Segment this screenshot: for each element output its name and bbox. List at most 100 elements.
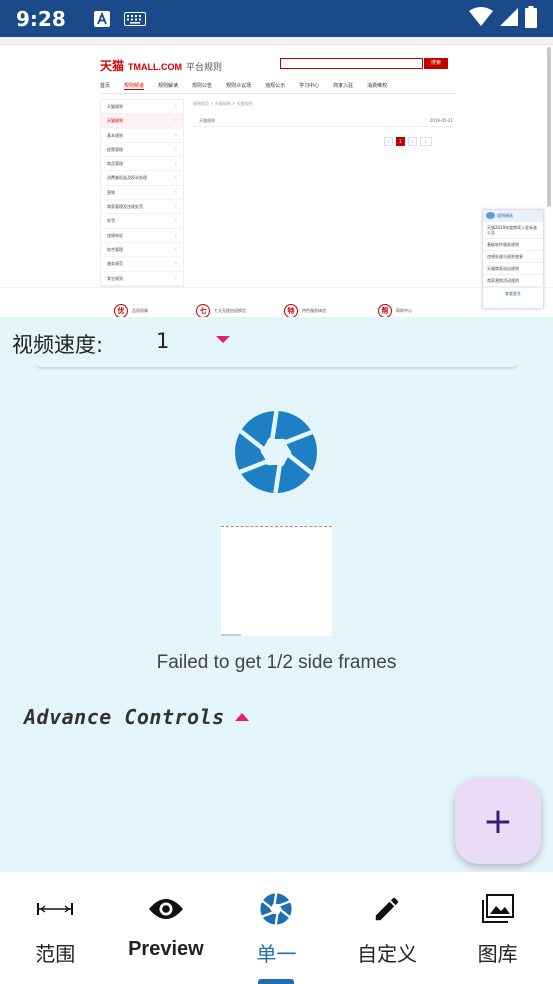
bottom-nav: 范围 Preview 单一 自定义 图库 [0,872,553,984]
frame-thumbnail [221,526,332,636]
brand-subtitle: 平台规则 [186,63,223,73]
nav-item-gallery[interactable]: 图库 [442,872,553,984]
footer-glyph: 优 [114,304,128,317]
web-sidebar-item: 经营管理 [101,143,183,158]
aperture-icon [260,892,293,926]
web-sidebar-item: 营销 [101,186,183,201]
add-button[interactable]: + [455,778,541,864]
nav-label: 单一 [256,942,297,966]
web-sidebar-item: 消费者权益及投诉处理 [101,171,183,186]
nav-item-single[interactable]: 单一 [221,872,332,984]
web-scrollbar [547,47,551,207]
footer-label: 帮助中心 [396,308,412,313]
web-search-input [280,58,423,69]
support-item: 天猫2019年度商家入驻标准公告 [483,222,543,239]
web-nav-item: 商家入驻 [333,83,354,89]
web-pager: ‹ 1 › › [384,137,432,146]
aperture-icon [234,410,318,494]
advance-controls-toggle[interactable]: Advance Controls [24,705,249,729]
nav-label: 自定义 [357,942,418,966]
dropdown-arrow-icon[interactable] [216,336,230,343]
speed-row: 视频速度: 1 [0,317,553,367]
status-bar: 9:28 [0,0,553,37]
keyboard-icon [123,11,146,26]
web-pager-next: › [408,137,417,146]
eye-icon [148,892,184,926]
web-nav-item: 首页 [100,83,111,89]
browser-strip [0,37,553,45]
web-nav-item: 学习中心 [299,83,320,89]
web-divider [100,93,455,94]
support-item: 天猫商家退出规则 [483,263,543,275]
web-sidebar-item: 基本规则 [101,129,183,143]
web-nav-item: 规则公告 [192,83,213,89]
web-row-title: 天猫规则 [199,118,215,123]
status-time: 9:28 [16,6,66,31]
gallery-icon [481,892,515,926]
advance-controls-label: Advance Controls [24,705,225,729]
web-sidebar-item: 天猫规则 [101,100,183,115]
web-nav-item: 规则频道 [124,83,145,90]
web-pager-prev: ‹ [384,137,393,146]
web-sidebar-item: 服务规范 [101,257,183,272]
nav-item-custom[interactable]: 自定义 [332,872,443,984]
range-icon [37,892,74,926]
web-search-button: 搜索 [424,58,448,69]
web-list-row: 天猫规则 2019-05-21 [193,115,455,127]
web-brand: 天猫 TMALL.COM 平台规则 [100,57,222,74]
support-item: 违规处理与规则变更 [483,251,543,263]
web-pager-current: 1 [396,137,405,146]
support-item: 基础软件服务规则 [483,239,543,251]
speed-label: 视频速度: [12,333,104,357]
battery-icon [525,5,537,32]
footer-label: 七天无理由退换货 [214,308,246,313]
brand-logo: 天猫 [100,59,125,73]
signal-icon [499,7,519,31]
card-edge [36,362,517,367]
support-item: 商家营销活动规则 [483,275,543,287]
web-nav-item: 规则解读 [158,83,179,89]
thumbnail-bar [221,634,241,636]
web-sidebar-item: 天猫规则 [101,114,183,129]
web-sidebar-item: 其它规则 [101,272,183,286]
web-nav-item: 规则众议场 [226,83,252,89]
web-sidebar-item: 商家管理及违规处罚 [101,200,183,215]
web-pager-go: › [420,137,432,146]
font-a-icon [93,10,110,27]
nav-item-range[interactable]: 范围 [0,872,111,984]
web-breadcrumb: 规则首页 > 天猫规则 > 天猫规则 [193,101,253,106]
footer-label: 品质保障 [132,308,148,313]
status-message: Failed to get 1/2 side frames [156,652,397,673]
footer-glyph: 帮 [378,304,392,317]
web-footer-item: 特 特色服务体验 [284,304,326,317]
web-row-date: 2019-05-21 [429,118,453,123]
web-sidebar-item: 商品管理 [101,157,183,172]
plus-icon: + [482,800,514,842]
web-nav: 首页 规则频道 规则解读 规则公告 规则众议场 违规公示 学习中心 商家入驻 消… [100,82,387,90]
web-sidebar-item: 违规申诉 [101,229,183,243]
nav-label: Preview [128,938,204,960]
nav-label: 范围 [35,942,76,966]
web-nav-item: 违规公示 [265,83,286,89]
web-nav-item: 消费维权 [367,83,388,89]
pencil-icon [372,892,402,926]
support-title: 规则精选 [483,210,543,222]
web-footer-item: 七 七天无理由退换货 [196,304,246,317]
web-footer-item: 帮 帮助中心 [378,304,412,317]
web-sidebar: 天猫规则 天猫规则 基本规则 经营管理 商品管理 消费者权益及投诉处理 营销 商… [100,99,184,287]
footer-glyph: 特 [284,304,298,317]
active-indicator [258,979,295,984]
nav-label: 图库 [477,942,518,966]
web-sidebar-item: 处罚 [101,214,183,229]
footer-label: 特色服务体验 [302,308,326,313]
web-footer-item: 优 品质保障 [114,304,148,317]
brand-logo-en: TMALL.COM [128,62,183,72]
nav-item-preview[interactable]: Preview [111,872,222,984]
web-capture-preview: 天猫 TMALL.COM 平台规则 搜索 首页 规则频道 规则解读 规则公告 规… [0,37,553,317]
expand-arrow-icon [234,713,249,721]
speed-select-value[interactable]: 1 [156,329,169,353]
web-sidebar-item: 综合管理 [101,243,183,258]
thumbnail-strip [221,526,332,530]
wifi-icon [469,6,493,31]
web-footer: 优 品质保障 七 七天无理由退换货 特 特色服务体验 帮 帮助中心 [0,287,553,317]
